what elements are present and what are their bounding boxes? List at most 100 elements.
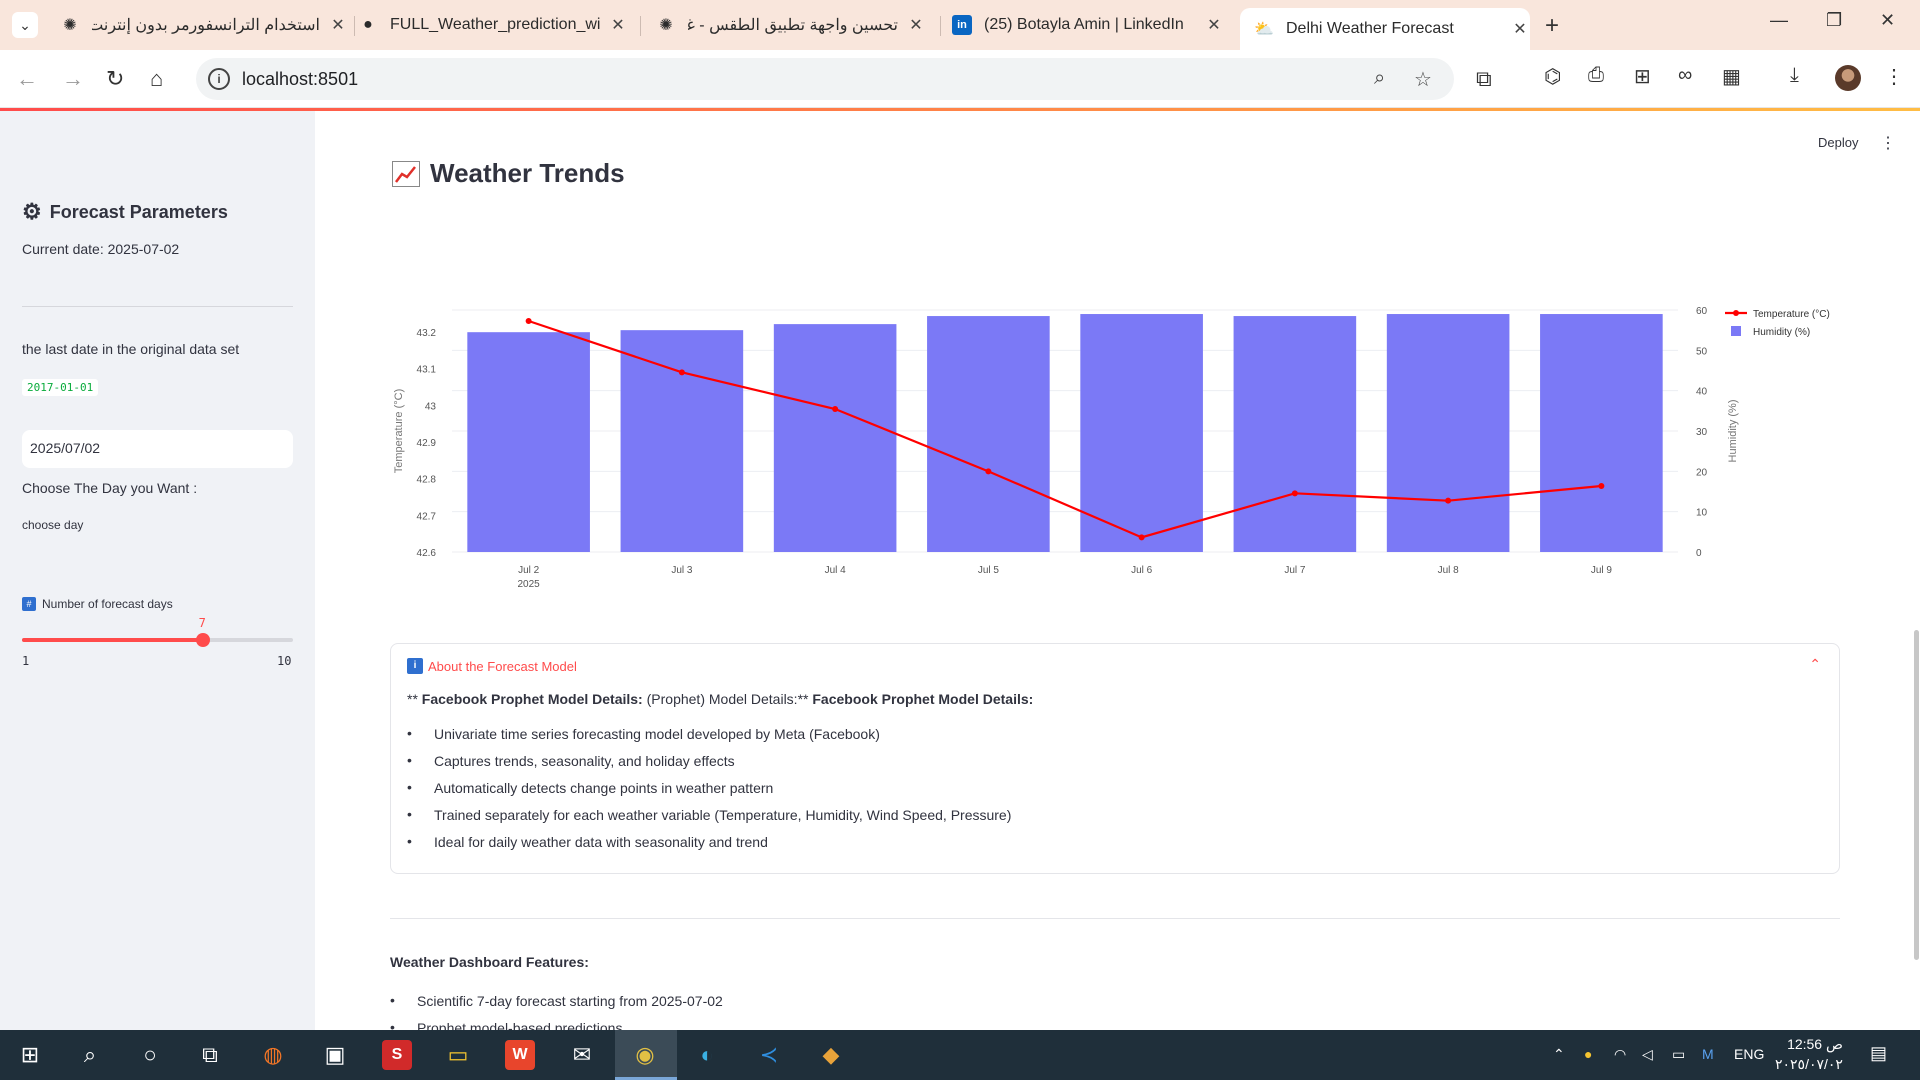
y2-tick-label: 60 [1696, 306, 1708, 317]
clock-date: ٢٠٢٥/٠٧/٠٢ [1775, 1056, 1843, 1072]
y2-tick-label: 0 [1696, 548, 1702, 559]
site-info-icon[interactable]: i [208, 68, 230, 90]
chart-point [1445, 497, 1452, 504]
list-item: Ideal for daily weather data with season… [407, 833, 1011, 861]
tray-chevron-up-icon[interactable]: ⌃ [1553, 1046, 1565, 1063]
cortana-icon[interactable]: ○ [135, 1040, 165, 1070]
openai-icon: ✺ [659, 17, 673, 34]
chrome-icon[interactable]: ◉ [630, 1040, 660, 1070]
chart-bar [620, 330, 744, 552]
list-item: Univariate time series forecasting model… [407, 725, 1011, 753]
forecast-days-slider[interactable] [22, 633, 293, 647]
git-icon[interactable]: ◆ [816, 1040, 846, 1070]
language-indicator[interactable]: ENG [1734, 1046, 1764, 1062]
slider-fill [22, 638, 203, 642]
chart-bar [773, 324, 897, 552]
expander-header[interactable]: i About the Forecast Model [407, 658, 577, 674]
window-close-icon[interactable]: ✕ [1880, 10, 1895, 31]
notifications-icon[interactable]: ▤ [1870, 1043, 1887, 1064]
page-title-text: Weather Trends [430, 158, 625, 188]
url-field[interactable]: i localhost:8501 ⌕ ☆ [196, 58, 1454, 100]
back-icon[interactable]: ← [16, 66, 38, 92]
close-icon[interactable]: ✕ [906, 15, 926, 35]
close-icon[interactable]: ✕ [608, 15, 628, 35]
x-tick-label: Jul 5 [978, 565, 1000, 576]
reload-icon[interactable]: ↻ [106, 66, 124, 92]
y-tick-label: 42.7 [417, 511, 437, 522]
slider-label-text: Number of forecast days [42, 597, 173, 611]
meet-icon[interactable]: M [1702, 1046, 1714, 1062]
clock-time: 12:56 ص [1787, 1036, 1843, 1052]
windows-start-icon[interactable]: ⊞ [15, 1040, 45, 1070]
choose-day-label: choose day [22, 518, 84, 532]
search-icon[interactable]: ⌕ [75, 1040, 105, 1070]
chart-bar [1540, 314, 1663, 552]
expander-title: About the Forecast Model [428, 658, 577, 674]
restore-icon[interactable]: ❐ [1826, 10, 1842, 31]
slider-min: 1 [22, 654, 30, 668]
store-icon[interactable]: ▣ [320, 1040, 350, 1070]
page-title: Weather Trends [392, 158, 625, 189]
browser-tab-active[interactable]: ⛅ Delhi Weather Forecast ✕ [1240, 8, 1530, 50]
taskbar-clock[interactable]: 12:56 ص ٢٠٢٥/٠٧/٠٢ [1775, 1034, 1843, 1074]
y2-tick-label: 30 [1696, 427, 1708, 438]
wifi-icon[interactable]: ◠ [1614, 1046, 1626, 1063]
divider [390, 918, 1840, 919]
chart-point [525, 318, 532, 324]
bookmark-star-icon[interactable]: ☆ [1414, 67, 1432, 92]
browser-tab[interactable]: ✺ تحسين واجهة تطبيق الطقس - غرو ✕ [656, 8, 926, 42]
app-icon-red[interactable]: S [382, 1040, 412, 1070]
current-date-text: Current date: 2025-07-02 [22, 241, 180, 257]
tab-title: تحسين واجهة تطبيق الطقس - غرو [688, 17, 898, 34]
download-icon[interactable]: ⤓ [1790, 64, 1799, 87]
close-icon[interactable]: ✕ [328, 15, 348, 35]
page-scrollbar[interactable] [1914, 630, 1919, 960]
info-icon: i [407, 658, 423, 674]
sidebar-title-text: Forecast Parameters [49, 201, 228, 222]
deploy-button[interactable]: Deploy [1818, 135, 1858, 150]
file-explorer-icon[interactable]: ▭ [443, 1040, 473, 1070]
chart-bar [927, 316, 1050, 552]
browser-menu-icon[interactable]: ⋮ [1884, 64, 1904, 89]
tab-title: Delhi Weather Forecast [1286, 20, 1454, 37]
wps-office-icon[interactable]: W [505, 1040, 535, 1070]
edge-icon[interactable]: ◐ [692, 1040, 722, 1070]
browser-tab[interactable]: in (25) Botayla Amin | LinkedIn ✕ [952, 8, 1224, 42]
windows-taskbar [0, 1030, 1920, 1080]
browser-tab[interactable]: ✺ استخدام الترانسفورمر بدون إنترنت ✕ [60, 8, 348, 42]
battery-icon[interactable]: ▭ [1672, 1046, 1685, 1063]
jupyter-icon[interactable]: ◍ [258, 1040, 288, 1070]
body-prefix: ** [407, 691, 422, 707]
vscode-icon[interactable]: ≺ [754, 1040, 784, 1070]
legend-label: Temperature (°C) [1753, 309, 1830, 320]
chevron-up-icon[interactable]: ⌃ [1809, 656, 1821, 673]
close-icon[interactable]: ✕ [1510, 19, 1530, 39]
y2-tick-label: 20 [1696, 467, 1708, 478]
mail-icon[interactable]: ✉ [567, 1040, 597, 1070]
browser-tab[interactable]: ● FULL_Weather_prediction_with_ ✕ [358, 8, 628, 42]
y-tick-label: 42.9 [417, 438, 437, 449]
close-icon[interactable]: ✕ [1204, 15, 1224, 35]
slider-thumb[interactable] [195, 633, 210, 647]
qr-code-icon[interactable]: ▦ [1722, 64, 1741, 89]
main-menu-icon[interactable]: ⋮ [1880, 133, 1896, 153]
date-input[interactable]: 2025/07/02 [22, 430, 293, 468]
incognito-icon[interactable]: ⌬ [1544, 64, 1561, 89]
extensions-icon[interactable]: ⧉ [1476, 66, 1492, 92]
tab-title: FULL_Weather_prediction_with_ [390, 16, 600, 33]
forward-icon[interactable]: → [62, 66, 84, 92]
task-view-icon[interactable]: ⧉ [195, 1040, 225, 1070]
translate-icon[interactable]: ⊞ [1634, 64, 1651, 89]
zoom-icon[interactable]: ⌕ [1374, 67, 1385, 90]
new-tab-icon[interactable]: + [1545, 12, 1559, 40]
numbers-icon: # [22, 597, 36, 611]
print-icon[interactable]: ⎙ [1588, 64, 1604, 87]
tray-app-icon[interactable]: ● [1584, 1046, 1592, 1062]
github-icon: ● [363, 16, 373, 33]
profile-avatar[interactable] [1835, 65, 1861, 91]
link-icon[interactable]: ∞ [1678, 64, 1692, 87]
volume-icon[interactable]: ◁ [1642, 1046, 1653, 1063]
minimize-icon[interactable]: — [1770, 10, 1788, 31]
tab-search-icon[interactable]: ⌄ [12, 12, 38, 38]
home-icon[interactable]: ⌂ [150, 66, 163, 92]
